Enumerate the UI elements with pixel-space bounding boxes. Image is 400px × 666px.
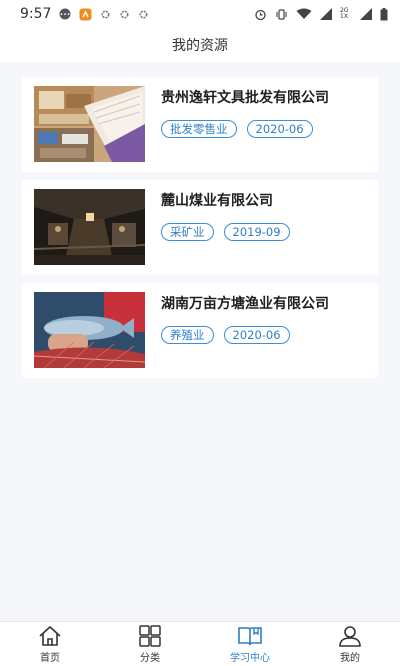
tab-label: 首页 xyxy=(40,652,60,664)
settings-icon xyxy=(101,9,110,19)
date-tag: 2020-06 xyxy=(246,120,313,138)
signal-icon xyxy=(320,8,332,20)
tag-group: 批发零售业 2020-06 xyxy=(161,120,313,138)
battery-icon xyxy=(380,7,388,20)
tab-learning-center[interactable]: 学习中心 xyxy=(200,622,300,666)
tab-bar: 首页 分类 学习中心 我的 xyxy=(0,621,400,666)
svg-text:•••: ••• xyxy=(60,11,71,18)
stationery-image xyxy=(34,86,145,162)
home-icon xyxy=(39,625,61,646)
tab-mine[interactable]: 我的 xyxy=(300,622,400,666)
page-title: 我的资源 xyxy=(172,38,228,54)
company-name: 麓山煤业有限公司 xyxy=(161,193,273,209)
fishing-image xyxy=(34,292,145,368)
date-tag: 2020-06 xyxy=(223,326,290,344)
company-name: 湖南万亩方塘渔业有限公司 xyxy=(161,296,329,312)
tab-label: 学习中心 xyxy=(230,652,270,664)
settings-icon xyxy=(120,9,129,19)
status-time: 9:57 xyxy=(20,6,52,22)
company-name: 贵州逸轩文具批发有限公司 xyxy=(161,90,329,106)
tab-label: 我的 xyxy=(340,652,360,664)
navbar: 我的资源 xyxy=(0,28,400,62)
grid-icon xyxy=(139,624,161,647)
resource-list: 贵州逸轩文具批发有限公司 批发零售业 2020-06 麓山煤业有限公司 采矿业 xyxy=(22,77,378,386)
tag-group: 采矿业 2019-09 xyxy=(161,223,290,241)
tab-category[interactable]: 分类 xyxy=(100,622,200,666)
wifi-icon xyxy=(296,8,312,19)
signal-icon xyxy=(360,8,372,20)
vibrate-icon xyxy=(276,8,287,20)
settings-icon xyxy=(139,9,148,19)
tag-group: 养殖业 2020-06 xyxy=(161,326,290,344)
network-badge: 2G 1X xyxy=(340,7,349,20)
resource-card[interactable]: 湖南万亩方塘渔业有限公司 养殖业 2020-06 xyxy=(22,283,378,378)
app-notification-icon xyxy=(79,8,92,20)
date-tag: 2019-09 xyxy=(223,223,290,241)
industry-tag: 批发零售业 xyxy=(161,120,237,138)
resource-card[interactable]: 贵州逸轩文具批发有限公司 批发零售业 2020-06 xyxy=(22,77,378,172)
coal-mine-image xyxy=(34,189,145,265)
book-icon xyxy=(238,626,262,645)
alarm-icon xyxy=(255,9,266,20)
industry-tag: 采矿业 xyxy=(161,223,214,241)
user-icon xyxy=(339,625,361,647)
tab-home[interactable]: 首页 xyxy=(0,622,100,666)
chat-bubble-icon: ••• xyxy=(59,8,71,20)
resource-card[interactable]: 麓山煤业有限公司 采矿业 2019-09 xyxy=(22,180,378,275)
industry-tag: 养殖业 xyxy=(161,326,214,344)
status-bar: 9:57 ••• 2G 1X xyxy=(0,0,400,28)
tab-label: 分类 xyxy=(140,652,160,664)
